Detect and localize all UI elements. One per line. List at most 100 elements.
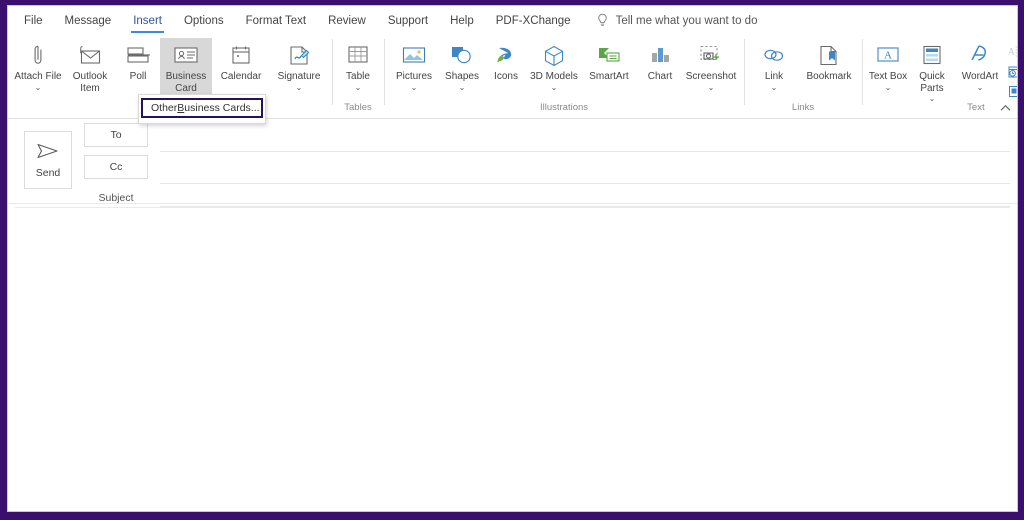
tab-file[interactable]: File xyxy=(13,6,54,35)
tab-review[interactable]: Review xyxy=(317,6,377,35)
wordart-icon xyxy=(968,42,992,68)
ribbon-tab-bar: File Message Insert Options Format Text … xyxy=(8,6,1017,35)
screenshot-icon xyxy=(698,42,724,68)
calendar-icon xyxy=(230,42,252,68)
chevron-down-icon[interactable]: ⌄ xyxy=(551,83,558,92)
tab-format-text[interactable]: Format Text xyxy=(235,6,318,35)
tab-pdf-xchange[interactable]: PDF-XChange xyxy=(485,6,582,35)
chart-icon xyxy=(648,42,672,68)
chevron-down-icon[interactable]: ⌄ xyxy=(459,83,466,92)
btn-label: Screenshot xyxy=(685,71,737,82)
drop-cap-button[interactable]: A Drop Cap ⌄ xyxy=(1006,43,1017,60)
btn-label: Text Box xyxy=(868,71,908,82)
lightbulb-icon xyxy=(597,13,607,26)
to-button[interactable]: To xyxy=(84,123,148,147)
table-button[interactable]: Table ⌄ xyxy=(336,38,380,96)
to-button-label: To xyxy=(110,129,122,141)
chart-button[interactable]: Chart xyxy=(638,38,682,96)
link-icon xyxy=(761,42,787,68)
outlook-item-button[interactable]: Outlook Item xyxy=(64,38,116,96)
btn-label: Bookmark xyxy=(806,71,852,82)
shapes-button[interactable]: Shapes ⌄ xyxy=(440,38,484,96)
screenshot-button[interactable]: Screenshot ⌄ xyxy=(682,38,740,96)
attach-file-button[interactable]: Attach File ⌄ xyxy=(12,38,64,96)
tab-insert[interactable]: Insert xyxy=(122,6,173,35)
bookmark-button[interactable]: Bookmark xyxy=(800,38,858,96)
tab-support[interactable]: Support xyxy=(377,6,439,35)
table-icon xyxy=(346,42,370,68)
chevron-up-icon xyxy=(1000,104,1010,111)
subject-label: Subject xyxy=(98,192,134,204)
to-field-underline[interactable] xyxy=(160,151,1010,152)
chevron-down-icon[interactable]: ⌄ xyxy=(355,83,362,92)
text-box-button[interactable]: A Text Box ⌄ xyxy=(866,38,910,96)
menu-item-label-after: usiness Cards... xyxy=(184,102,260,114)
calendar-button[interactable]: Calendar xyxy=(212,38,270,96)
ribbon-group-text: A Text Box ⌄ Quick Parts ⌄ WordArt ⌄ A T… xyxy=(862,35,1017,119)
tell-me-placeholder: Tell me what you want to do xyxy=(615,14,758,27)
tab-label: Review xyxy=(328,14,366,27)
text-group-small-buttons: A Drop Cap ⌄ Date & Time xyxy=(1006,38,1017,100)
message-body[interactable] xyxy=(8,207,1017,511)
compose-header: Send xyxy=(8,119,1017,204)
svg-text:A: A xyxy=(1008,47,1015,57)
date-time-button[interactable]: Date & Time xyxy=(1006,63,1017,80)
tab-label: Insert xyxy=(133,14,162,27)
chevron-down-icon[interactable]: ⌄ xyxy=(296,83,303,92)
icons-button[interactable]: Icons xyxy=(484,38,528,96)
btn-label: Chart xyxy=(647,71,673,82)
outlook-compose-window: File Message Insert Options Format Text … xyxy=(7,5,1018,512)
cc-button[interactable]: Cc xyxy=(84,155,148,179)
paperclip-icon xyxy=(27,42,49,68)
menu-item-label-before: Other xyxy=(151,102,178,114)
pictures-button[interactable]: Pictures ⌄ xyxy=(388,38,440,96)
wordart-button[interactable]: WordArt ⌄ xyxy=(954,38,1006,96)
tab-label: Message xyxy=(64,14,112,27)
btn-label: Link xyxy=(764,71,784,82)
tab-help[interactable]: Help xyxy=(439,6,485,35)
tab-message[interactable]: Message xyxy=(54,6,123,35)
btn-label: WordArt xyxy=(961,71,999,82)
body-separator xyxy=(15,207,1010,208)
object-button[interactable]: Object xyxy=(1006,83,1017,100)
group-label-text: Text xyxy=(967,102,985,113)
collapse-ribbon-button[interactable] xyxy=(997,100,1013,116)
chevron-down-icon[interactable]: ⌄ xyxy=(929,94,936,103)
tab-label: Options xyxy=(183,14,224,27)
date-time-icon xyxy=(1008,66,1017,78)
poll-icon xyxy=(125,42,151,68)
smartart-button[interactable]: SmartArt xyxy=(580,38,638,96)
btn-label: Icons xyxy=(494,71,518,82)
3d-models-button[interactable]: 3D Models ⌄ xyxy=(528,38,580,96)
group-label-links: Links xyxy=(791,102,815,113)
svg-text:A: A xyxy=(884,50,892,62)
object-icon xyxy=(1009,86,1017,97)
chevron-down-icon[interactable]: ⌄ xyxy=(35,83,42,92)
btn-label: Business Card xyxy=(165,71,207,94)
ribbon-group-links: Link ⌄ Bookmark Links xyxy=(744,35,862,119)
chevron-down-icon[interactable]: ⌄ xyxy=(977,83,984,92)
chevron-down-icon[interactable]: ⌄ xyxy=(771,83,778,92)
btn-label: Pictures xyxy=(395,71,433,82)
tell-me-box[interactable]: Tell me what you want to do xyxy=(596,13,758,28)
signature-button[interactable]: Signature ⌄ xyxy=(270,38,328,96)
tab-label: Format Text xyxy=(245,14,307,27)
send-button[interactable]: Send xyxy=(24,131,72,189)
tab-options[interactable]: Options xyxy=(173,6,235,35)
quick-parts-button[interactable]: Quick Parts ⌄ xyxy=(910,38,954,103)
text-box-icon: A xyxy=(875,42,901,68)
cc-field-underline[interactable] xyxy=(160,183,1010,184)
chevron-down-icon[interactable]: ⌄ xyxy=(885,83,892,92)
tab-label: PDF-XChange xyxy=(495,14,571,27)
link-button[interactable]: Link ⌄ xyxy=(748,38,800,96)
chevron-down-icon[interactable]: ⌄ xyxy=(708,83,715,92)
business-card-dropdown-menu: Other Business Cards... xyxy=(138,94,266,124)
menu-item-other-business-cards[interactable]: Other Business Cards... xyxy=(141,98,263,118)
send-arrow-icon xyxy=(37,143,58,159)
btn-label: Shapes xyxy=(445,71,479,82)
chevron-down-icon[interactable]: ⌄ xyxy=(411,83,418,92)
btn-label: Poll xyxy=(129,71,147,82)
btn-label: Quick Parts xyxy=(919,71,945,94)
cc-button-label: Cc xyxy=(109,161,123,173)
poll-button[interactable]: Poll xyxy=(116,38,160,96)
